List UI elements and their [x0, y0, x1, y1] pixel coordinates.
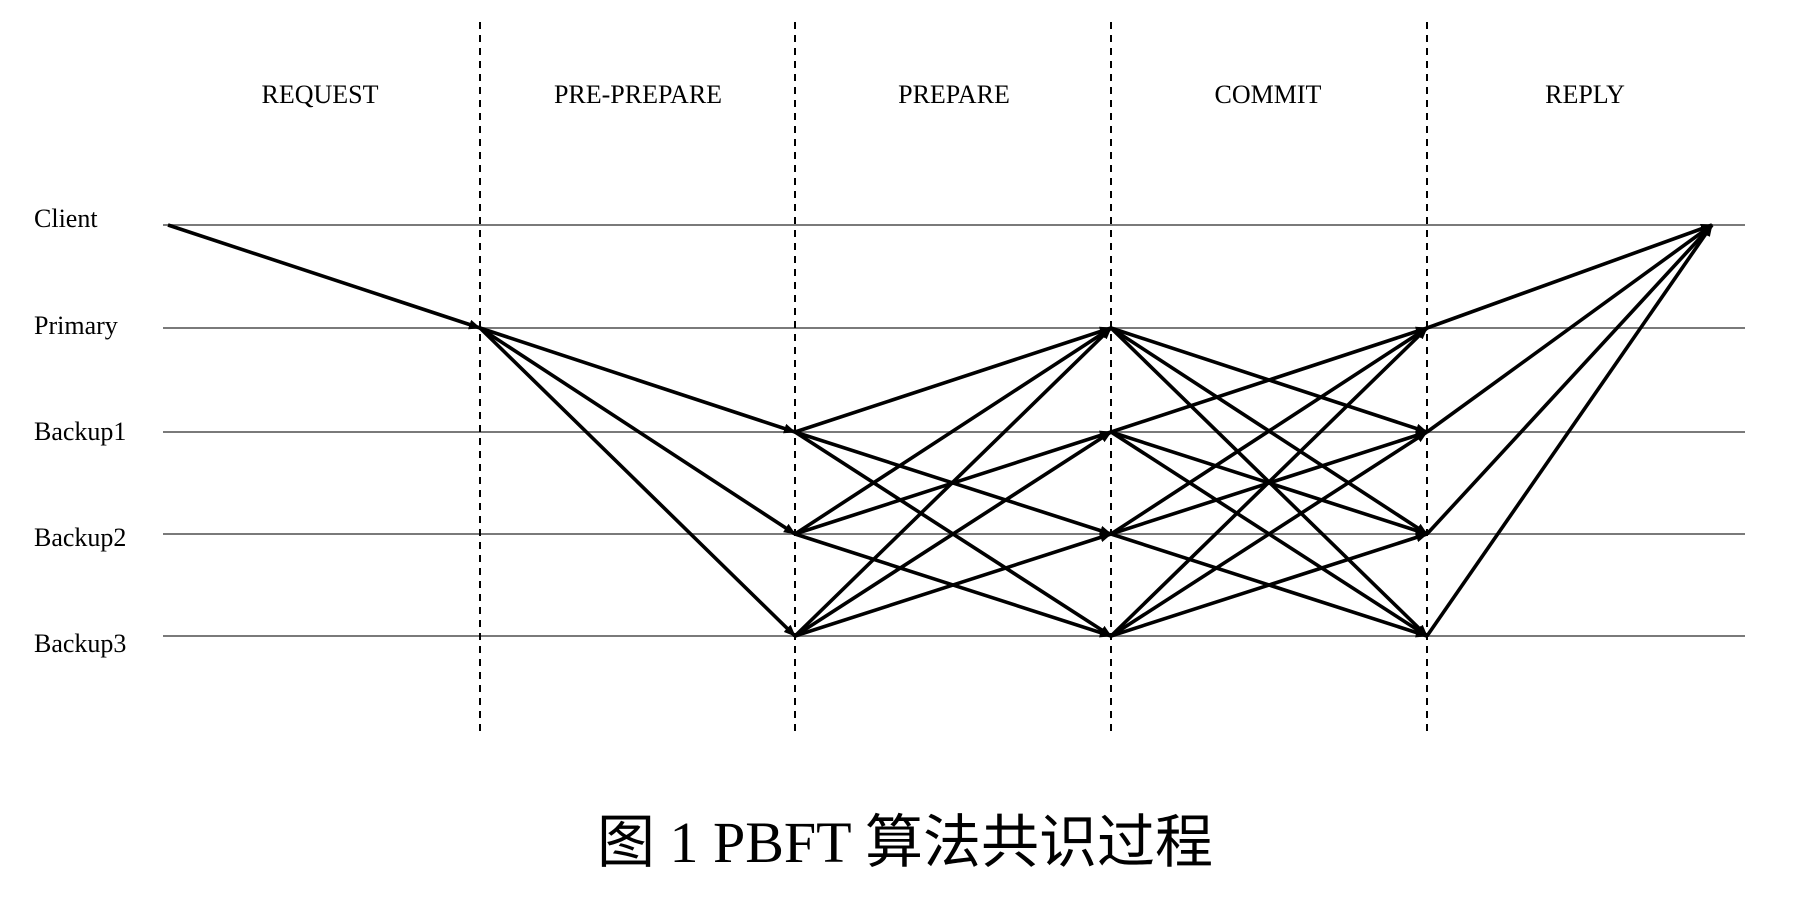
message-arrow-prepare-backup1-to-primary — [794, 326, 1112, 434]
node-label-client: Client — [34, 204, 98, 233]
phase-label-reply: REPLY — [1545, 80, 1625, 109]
node-label-backup2: Backup2 — [34, 523, 126, 552]
message-arrow-reply-backup2-to-client — [1425, 223, 1714, 536]
figure-caption: 图 1 PBFT 算法共识过程 — [597, 810, 1213, 875]
node-label-backup1: Backup1 — [34, 417, 126, 446]
phase-label-commit: COMMIT — [1215, 80, 1322, 109]
message-arrow-prepare-backup3-to-primary — [793, 326, 1113, 638]
phase-dividers — [479, 22, 1428, 732]
node-labels: Client Primary Backup1 Backup2 Backup3 — [34, 204, 126, 658]
message-arrows — [167, 223, 1714, 638]
node-label-primary: Primary — [34, 311, 118, 340]
node-label-backup3: Backup3 — [34, 629, 126, 658]
pbft-consensus-diagram: REQUEST PRE-PREPARE PREPARE COMMIT REPLY… — [34, 22, 1745, 875]
phase-headers: REQUEST PRE-PREPARE PREPARE COMMIT REPLY — [262, 80, 1626, 109]
message-arrow-reply-primary-to-client — [1426, 223, 1713, 330]
message-arrow-request-client-to-primary — [167, 223, 481, 330]
phase-label-request: REQUEST — [262, 80, 379, 109]
message-arrow-pre-prepare-primary-to-backup3 — [478, 326, 797, 638]
message-arrow-reply-backup3-to-client — [1425, 223, 1714, 638]
message-arrow-pre-prepare-primary-to-backup1 — [479, 326, 796, 434]
phase-label-pre-prepare: PRE-PREPARE — [554, 80, 722, 109]
phase-label-prepare: PREPARE — [898, 80, 1010, 109]
